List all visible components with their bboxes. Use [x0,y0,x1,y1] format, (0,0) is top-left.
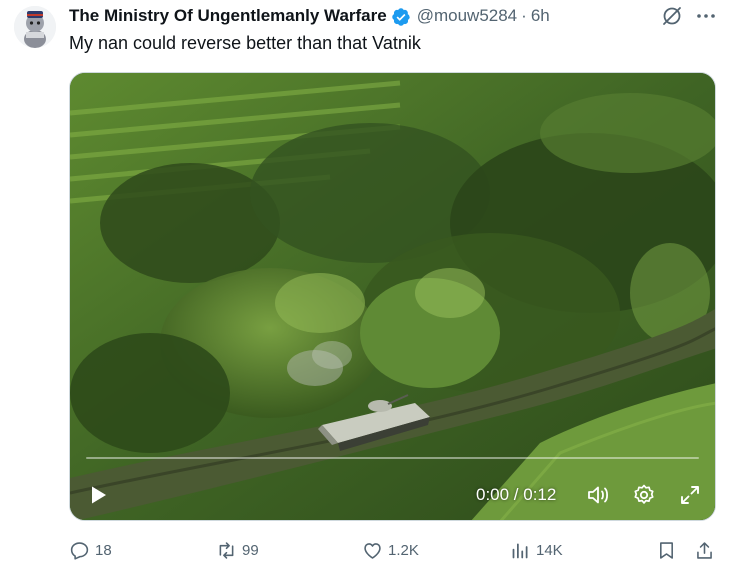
verified-badge-icon[interactable] [391,7,411,27]
reply-button[interactable]: 18 [69,538,112,562]
fullscreen-icon[interactable] [678,483,702,507]
avatar[interactable] [14,6,56,48]
play-icon[interactable] [86,483,110,507]
repost-button[interactable]: 99 [216,538,259,562]
share-icon [697,541,712,559]
separator-dot: · [521,6,527,25]
repost-icon [219,541,234,559]
avatar-image [14,6,56,48]
handle[interactable]: @mouw5284 [417,6,517,26]
bookmark-button[interactable] [656,538,682,562]
tweet-header: The Ministry Of Ungentlemanly Warfare @m… [69,5,550,27]
repost-count: 99 [242,541,259,559]
share-button[interactable] [694,538,720,562]
video-progress-bar[interactable] [86,457,699,459]
reply-icon [70,541,89,560]
like-button[interactable]: 1.2K [362,538,419,562]
video-time-readout: 0:00 / 0:12 [476,485,557,504]
settings-icon[interactable] [632,483,656,507]
views-count: 14K [536,541,563,559]
more-icon[interactable] [694,4,718,28]
volume-icon[interactable] [586,483,612,507]
tweet-text: My nan could reverse better than that Va… [69,33,421,53]
bookmark-icon [660,541,673,559]
like-count: 1.2K [388,541,419,559]
views-button[interactable]: 14K [510,538,563,562]
reply-count: 18 [95,541,112,559]
video-player[interactable]: 0:00 / 0:12 [69,72,716,521]
grok-icon[interactable] [660,4,684,28]
views-icon [512,543,528,558]
video-frame [70,73,715,520]
timestamp[interactable]: 6h [531,6,550,26]
action-bar: 18 99 1.2K 14K [69,538,719,562]
display-name[interactable]: The Ministry Of Ungentlemanly Warfare [69,6,387,26]
like-icon [364,542,381,559]
